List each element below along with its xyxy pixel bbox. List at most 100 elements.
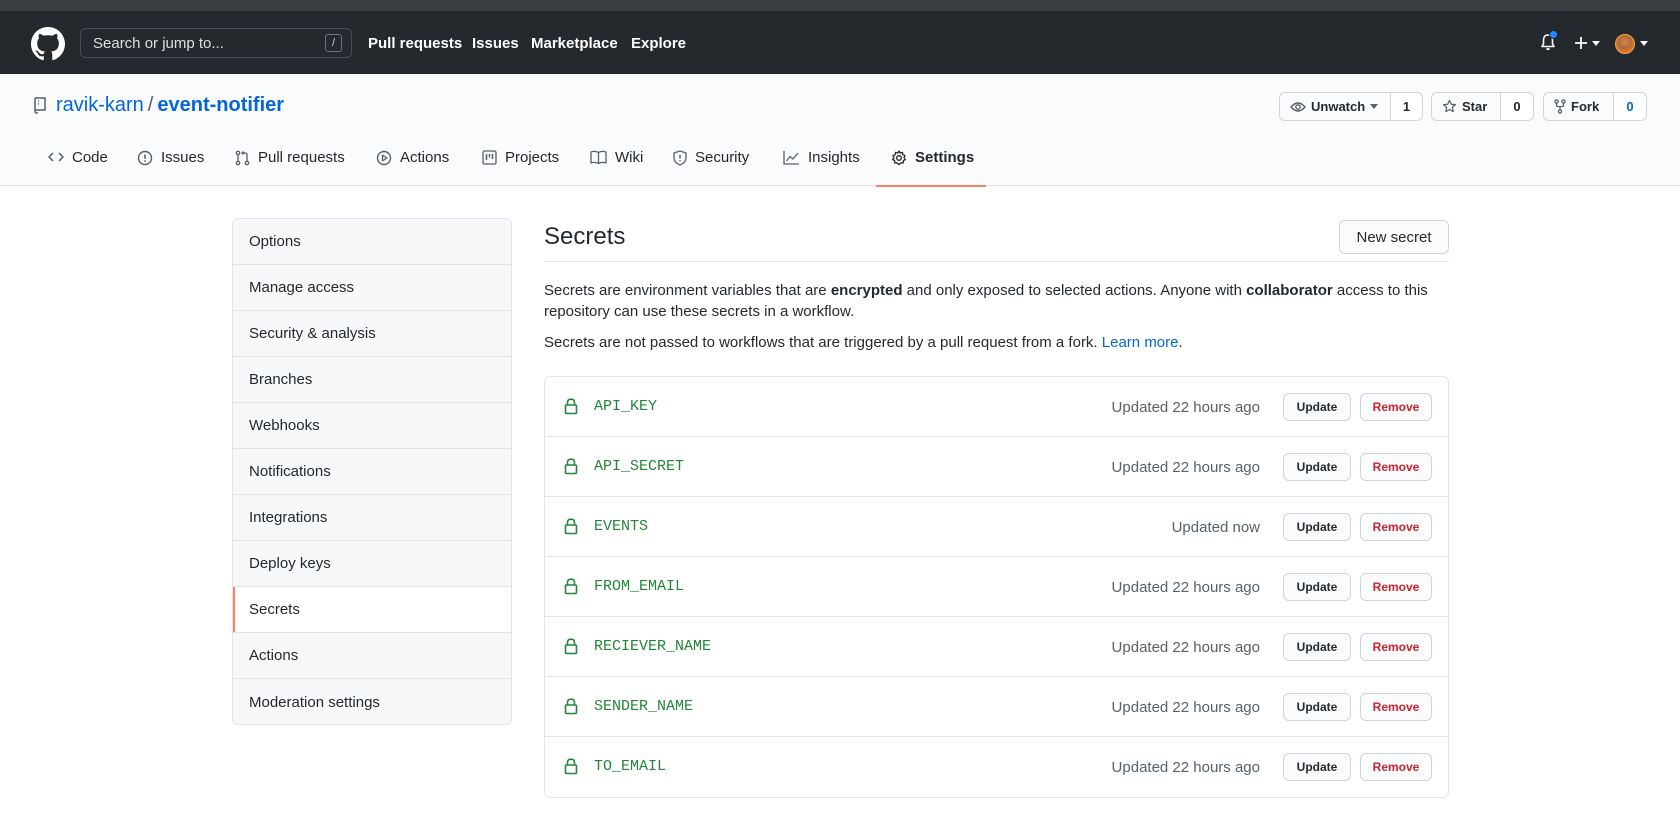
unwatch-button[interactable]: Unwatch (1279, 92, 1391, 121)
lock-icon (564, 578, 578, 595)
repo-owner-link[interactable]: ravik-karn (56, 94, 144, 116)
book-icon (590, 150, 607, 165)
remove-button[interactable]: Remove (1360, 513, 1432, 541)
notification-dot (1549, 30, 1558, 39)
lock-icon (564, 698, 578, 715)
tab-code[interactable]: Code (48, 147, 108, 186)
star-count[interactable]: 0 (1501, 92, 1534, 121)
desc1-c: and only exposed to selected actions. An… (902, 282, 1247, 299)
desc2-b: . (1178, 334, 1183, 351)
fork-notice: Secrets are not passed to workflows that… (544, 332, 1444, 353)
desc2-a: Secrets are not passed to workflows that… (544, 334, 1102, 351)
sidebar-item-notifications[interactable]: Notifications (233, 449, 511, 495)
nav-marketplace[interactable]: Marketplace (531, 35, 618, 52)
sidebar-item-webhooks[interactable]: Webhooks (233, 403, 511, 449)
update-button[interactable]: Update (1283, 393, 1351, 421)
secret-updated-time: Updated 22 hours ago (1111, 639, 1260, 656)
eye-icon (1290, 101, 1306, 112)
update-button[interactable]: Update (1283, 513, 1351, 541)
remove-button[interactable]: Remove (1360, 453, 1432, 481)
fork-button-group: Fork 0 (1543, 92, 1647, 121)
lock-icon (564, 638, 578, 655)
update-button[interactable]: Update (1283, 693, 1351, 721)
tab-pull-requests[interactable]: Pull requests (235, 147, 345, 186)
code-icon (48, 152, 64, 162)
star-button[interactable]: Star (1431, 92, 1501, 121)
shield-icon (673, 150, 687, 166)
repo-title: ravik-karn / event-notifier (56, 94, 284, 117)
star-label: Star (1462, 99, 1488, 114)
update-button[interactable]: Update (1283, 573, 1351, 601)
avatar-chevron-down-icon[interactable] (1640, 41, 1648, 46)
sidebar-item-manage-access[interactable]: Manage access (233, 265, 511, 311)
sidebar-item-integrations[interactable]: Integrations (233, 495, 511, 541)
settings-sidebar: Options Manage access Security & analysi… (232, 218, 512, 725)
remove-button[interactable]: Remove (1360, 393, 1432, 421)
selected-tab-underline (876, 185, 986, 187)
star-icon (1442, 99, 1457, 113)
avatar[interactable] (1615, 34, 1635, 54)
tab-actions[interactable]: Actions (376, 147, 449, 186)
update-button[interactable]: Update (1283, 753, 1351, 781)
fork-count[interactable]: 0 (1614, 92, 1647, 121)
tab-security[interactable]: Security (673, 147, 749, 186)
tab-issues-label: Issues (161, 149, 205, 166)
page-title: Secrets (544, 223, 626, 250)
secret-updated-time: Updated 22 hours ago (1111, 699, 1260, 716)
secret-row: RECIEVER_NAME Updated 22 hours ago Updat… (545, 617, 1448, 677)
remove-button[interactable]: Remove (1360, 573, 1432, 601)
tab-code-label: Code (72, 149, 108, 166)
remove-button[interactable]: Remove (1360, 693, 1432, 721)
desc1-a: Secrets are environment variables that a… (544, 282, 831, 299)
sidebar-item-secrets[interactable]: Secrets (233, 587, 511, 633)
new-secret-button[interactable]: New secret (1339, 220, 1449, 254)
desc1-collaborator: collaborator (1246, 282, 1333, 299)
remove-button[interactable]: Remove (1360, 633, 1432, 661)
secret-updated-time: Updated 22 hours ago (1111, 759, 1260, 776)
tab-pull-requests-label: Pull requests (258, 149, 345, 166)
sidebar-item-actions[interactable]: Actions (233, 633, 511, 679)
remove-button[interactable]: Remove (1360, 753, 1432, 781)
fork-icon (1554, 99, 1566, 114)
lock-icon (564, 758, 578, 775)
tab-wiki[interactable]: Wiki (590, 147, 643, 186)
nav-pull-requests[interactable]: Pull requests (368, 35, 462, 52)
secrets-description: Secrets are environment variables that a… (544, 280, 1444, 322)
tab-issues[interactable]: Issues (137, 147, 204, 186)
nav-explore[interactable]: Explore (631, 35, 686, 52)
sidebar-item-moderation-settings[interactable]: Moderation settings (233, 679, 511, 724)
sidebar-item-security-analysis[interactable]: Security & analysis (233, 311, 511, 357)
secret-row: API_SECRET Updated 22 hours ago Update R… (545, 437, 1448, 497)
tab-projects[interactable]: Projects (482, 147, 559, 186)
tab-wiki-label: Wiki (615, 149, 644, 166)
lock-icon (564, 518, 578, 535)
plus-icon[interactable] (1574, 36, 1588, 50)
secret-row: FROM_EMAIL Updated 22 hours ago Update R… (545, 557, 1448, 617)
secret-name: EVENTS (594, 518, 649, 535)
play-icon (376, 150, 392, 166)
learn-more-link[interactable]: Learn more (1102, 334, 1179, 351)
watch-count[interactable]: 1 (1391, 92, 1423, 121)
sidebar-item-deploy-keys[interactable]: Deploy keys (233, 541, 511, 587)
github-logo-icon[interactable] (31, 27, 65, 61)
sidebar-item-options[interactable]: Options (233, 219, 511, 265)
tab-insights[interactable]: Insights (783, 147, 860, 186)
secret-updated-time: Updated 22 hours ago (1111, 399, 1260, 416)
repo-separator: / (147, 94, 154, 116)
tab-settings[interactable]: Settings (891, 147, 974, 186)
update-button[interactable]: Update (1283, 453, 1351, 481)
pull-request-icon (235, 150, 250, 166)
gear-icon (891, 150, 907, 166)
nav-issues[interactable]: Issues (472, 35, 519, 52)
secret-updated-time: Updated 22 hours ago (1111, 459, 1260, 476)
secret-name: RECIEVER_NAME (594, 638, 712, 655)
chevron-down-icon[interactable] (1592, 41, 1600, 46)
update-button[interactable]: Update (1283, 633, 1351, 661)
secret-name: TO_EMAIL (594, 758, 667, 775)
fork-button[interactable]: Fork (1543, 92, 1614, 121)
search-placeholder: Search or jump to... (93, 35, 224, 52)
repo-name-link[interactable]: event-notifier (157, 94, 284, 116)
graph-icon (783, 151, 799, 165)
sidebar-item-branches[interactable]: Branches (233, 357, 511, 403)
lock-icon (564, 458, 578, 475)
